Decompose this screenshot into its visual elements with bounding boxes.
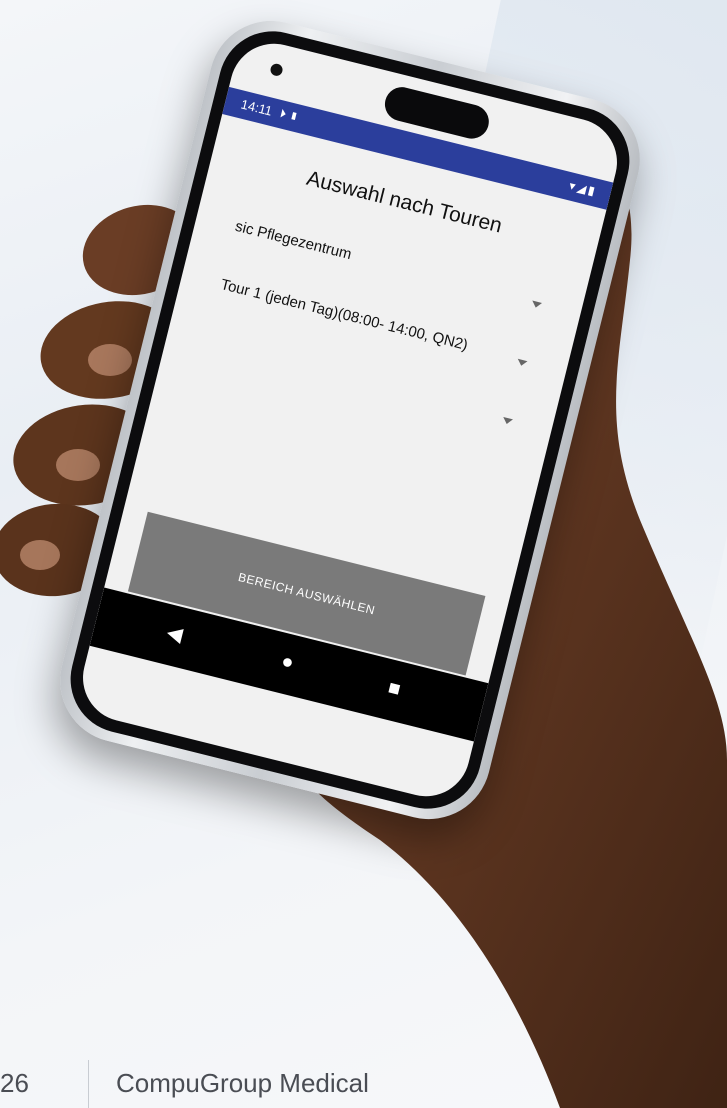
footer-brand: CompuGroup Medical: [116, 1068, 369, 1098]
home-icon[interactable]: ●: [279, 650, 296, 674]
signal-battery-icons: ▾◢▮: [567, 178, 599, 199]
chevron-down-icon: [530, 300, 543, 309]
chevron-down-icon: [516, 358, 528, 368]
footer: 26 CompuGroup Medical: [0, 1060, 727, 1108]
recent-apps-icon[interactable]: ■: [386, 677, 403, 701]
status-time: 14:11: [239, 96, 274, 119]
back-icon[interactable]: ◀: [165, 621, 185, 646]
notification-icons: ⏵ ▮: [278, 106, 301, 125]
chevron-down-icon: [501, 416, 513, 426]
camera-icon: [269, 62, 284, 78]
footer-year: 26: [0, 1068, 29, 1098]
dropdown-facility-value: sic Pflegezentrum: [233, 217, 354, 264]
footer-divider: [88, 1060, 89, 1108]
